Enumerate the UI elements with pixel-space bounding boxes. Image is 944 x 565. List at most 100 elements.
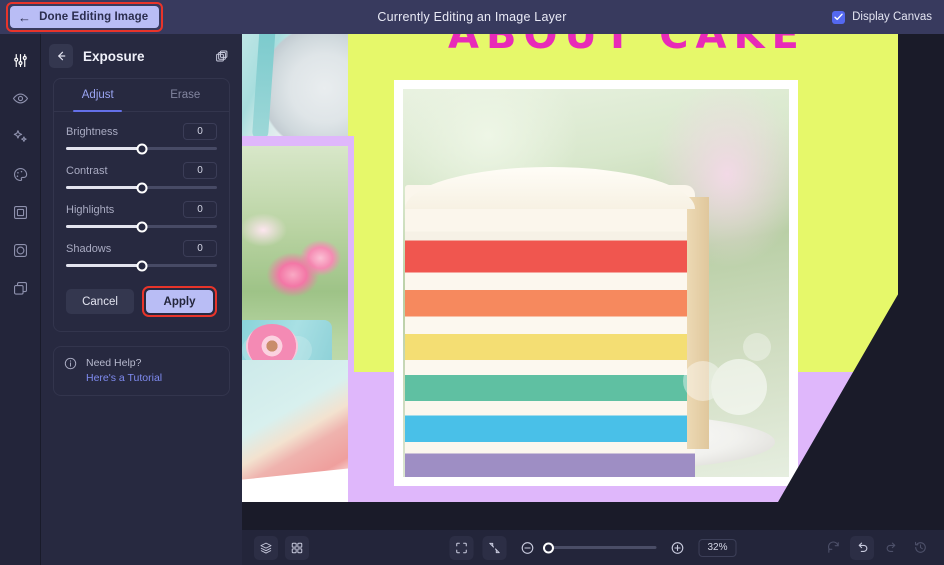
undo-icon xyxy=(858,542,867,552)
display-canvas-toggle[interactable]: Display Canvas xyxy=(832,0,932,34)
design-canvas[interactable]: ABOUT CAKE xyxy=(242,34,898,502)
zoom-out-icon xyxy=(521,541,534,554)
panel-action-row: Cancel Apply xyxy=(54,268,229,319)
canvas-stage[interactable]: ABOUT CAKE xyxy=(242,34,944,529)
need-help-title: Need Help? xyxy=(86,357,142,369)
slider-highlights-value[interactable]: 0 xyxy=(183,201,217,218)
redo-button[interactable] xyxy=(879,536,903,560)
slider-highlights: Highlights 0 xyxy=(54,190,229,232)
slider-brightness-track[interactable] xyxy=(66,143,217,154)
zoom-in-icon xyxy=(671,541,684,554)
tab-adjust[interactable]: Adjust xyxy=(54,79,142,112)
rail-item-effects[interactable] xyxy=(6,124,34,148)
grid-icon xyxy=(291,542,303,553)
slider-brightness-label: Brightness xyxy=(66,125,118,138)
arrow-left-icon xyxy=(58,51,66,61)
layers-duplicate-icon xyxy=(13,281,27,295)
panel-back-button[interactable] xyxy=(49,44,73,68)
canvas-heading-text[interactable]: ABOUT CAKE xyxy=(448,34,806,58)
tab-erase[interactable]: Erase xyxy=(142,79,230,111)
duplicate-layers-glyph xyxy=(215,49,227,61)
reset-icon xyxy=(827,541,839,553)
check-icon xyxy=(834,13,843,21)
need-help-card[interactable]: Need Help? Here's a Tutorial xyxy=(53,346,230,396)
slider-shadows-track[interactable] xyxy=(66,260,217,271)
info-glyph xyxy=(64,357,77,370)
done-editing-image-label: Done Editing Image xyxy=(39,11,149,23)
photo-table-cloth[interactable] xyxy=(242,360,348,502)
bottom-right-tools xyxy=(821,535,932,560)
display-canvas-label: Display Canvas xyxy=(852,11,932,23)
done-editing-image-button[interactable]: ← Done Editing Image xyxy=(10,6,160,28)
redo-icon xyxy=(886,542,895,552)
slider-brightness-value[interactable]: 0 xyxy=(183,123,217,140)
info-icon xyxy=(64,357,77,375)
rail-item-eye[interactable] xyxy=(6,86,34,110)
photo-teal-plate[interactable] xyxy=(242,34,348,136)
photo-rainbow-cake-slice[interactable] xyxy=(394,80,798,486)
bottom-left-tools xyxy=(254,535,309,560)
rail-item-vignette[interactable] xyxy=(6,238,34,262)
slider-contrast: Contrast 0 xyxy=(54,151,229,193)
slider-highlights-track[interactable] xyxy=(66,221,217,232)
cancel-button[interactable]: Cancel xyxy=(66,289,134,314)
apply-button[interactable]: Apply xyxy=(146,290,213,313)
layers-icon xyxy=(260,542,272,553)
zoom-slider-knob[interactable] xyxy=(543,542,554,553)
tutorial-link[interactable]: Here's a Tutorial xyxy=(86,371,162,386)
collapse-icon xyxy=(489,542,500,553)
cake-slice-layers xyxy=(405,185,695,477)
reset-button[interactable] xyxy=(821,536,845,560)
history-icon xyxy=(914,541,926,553)
arrow-left-icon: ← xyxy=(18,9,32,25)
sparkles-icon xyxy=(13,129,27,142)
grid-button[interactable] xyxy=(285,535,309,560)
rail-item-frame[interactable] xyxy=(6,200,34,224)
zoom-in-button[interactable] xyxy=(666,536,690,560)
zoom-level-value[interactable]: 32% xyxy=(698,538,737,557)
cake-photo-content xyxy=(403,89,789,477)
palette-icon xyxy=(13,167,27,181)
slider-contrast-fill xyxy=(66,186,142,189)
slider-contrast-value[interactable]: 0 xyxy=(183,162,217,179)
tab-erase-label: Erase xyxy=(170,89,201,101)
collapse-button[interactable] xyxy=(482,535,507,560)
frame-icon xyxy=(13,205,27,219)
slider-shadows-label: Shadows xyxy=(66,242,112,255)
rail-item-adjust[interactable] xyxy=(6,48,34,72)
slider-highlights-fill xyxy=(66,225,142,228)
rail-item-duplicate[interactable] xyxy=(6,276,34,300)
slider-shadows-value[interactable]: 0 xyxy=(183,240,217,257)
exposure-card: Adjust Erase Brightness 0 Contrast 0 Hig… xyxy=(53,78,230,332)
slider-brightness-knob[interactable] xyxy=(136,143,147,154)
vignette-icon xyxy=(13,243,27,257)
eye-icon xyxy=(12,93,28,103)
rail-item-color[interactable] xyxy=(6,162,34,186)
exposure-panel: Exposure Adjust Erase Brightness 0 Contr… xyxy=(41,34,242,565)
layers-button[interactable] xyxy=(254,535,278,560)
panel-title: Exposure xyxy=(83,48,145,64)
panel-header: Exposure xyxy=(41,34,242,78)
done-editing-highlight: ← Done Editing Image xyxy=(6,2,164,32)
slider-highlights-knob[interactable] xyxy=(136,221,147,232)
cake-slice-edge xyxy=(687,197,709,449)
tab-adjust-label: Adjust xyxy=(81,89,114,101)
fit-screen-button[interactable] xyxy=(449,535,474,560)
tool-rail xyxy=(0,34,41,565)
bokeh-highlight xyxy=(711,359,767,415)
slider-highlights-label: Highlights xyxy=(66,203,115,216)
undo-button[interactable] xyxy=(850,535,874,560)
slider-contrast-knob[interactable] xyxy=(136,182,147,193)
cake-frosting-top xyxy=(405,167,695,209)
image-editor-app: ← Done Editing Image Currently Editing a… xyxy=(0,0,944,565)
slider-shadows: Shadows 0 xyxy=(54,229,229,271)
slider-shadows-knob[interactable] xyxy=(136,260,147,271)
display-canvas-checkbox[interactable] xyxy=(832,10,846,24)
zoom-slider[interactable] xyxy=(543,542,657,553)
slider-contrast-label: Contrast xyxy=(66,164,108,177)
duplicate-layers-icon[interactable] xyxy=(210,45,232,67)
history-button[interactable] xyxy=(908,536,932,560)
slider-brightness: Brightness 0 xyxy=(54,112,229,154)
slider-contrast-track[interactable] xyxy=(66,182,217,193)
zoom-out-button[interactable] xyxy=(516,536,540,560)
